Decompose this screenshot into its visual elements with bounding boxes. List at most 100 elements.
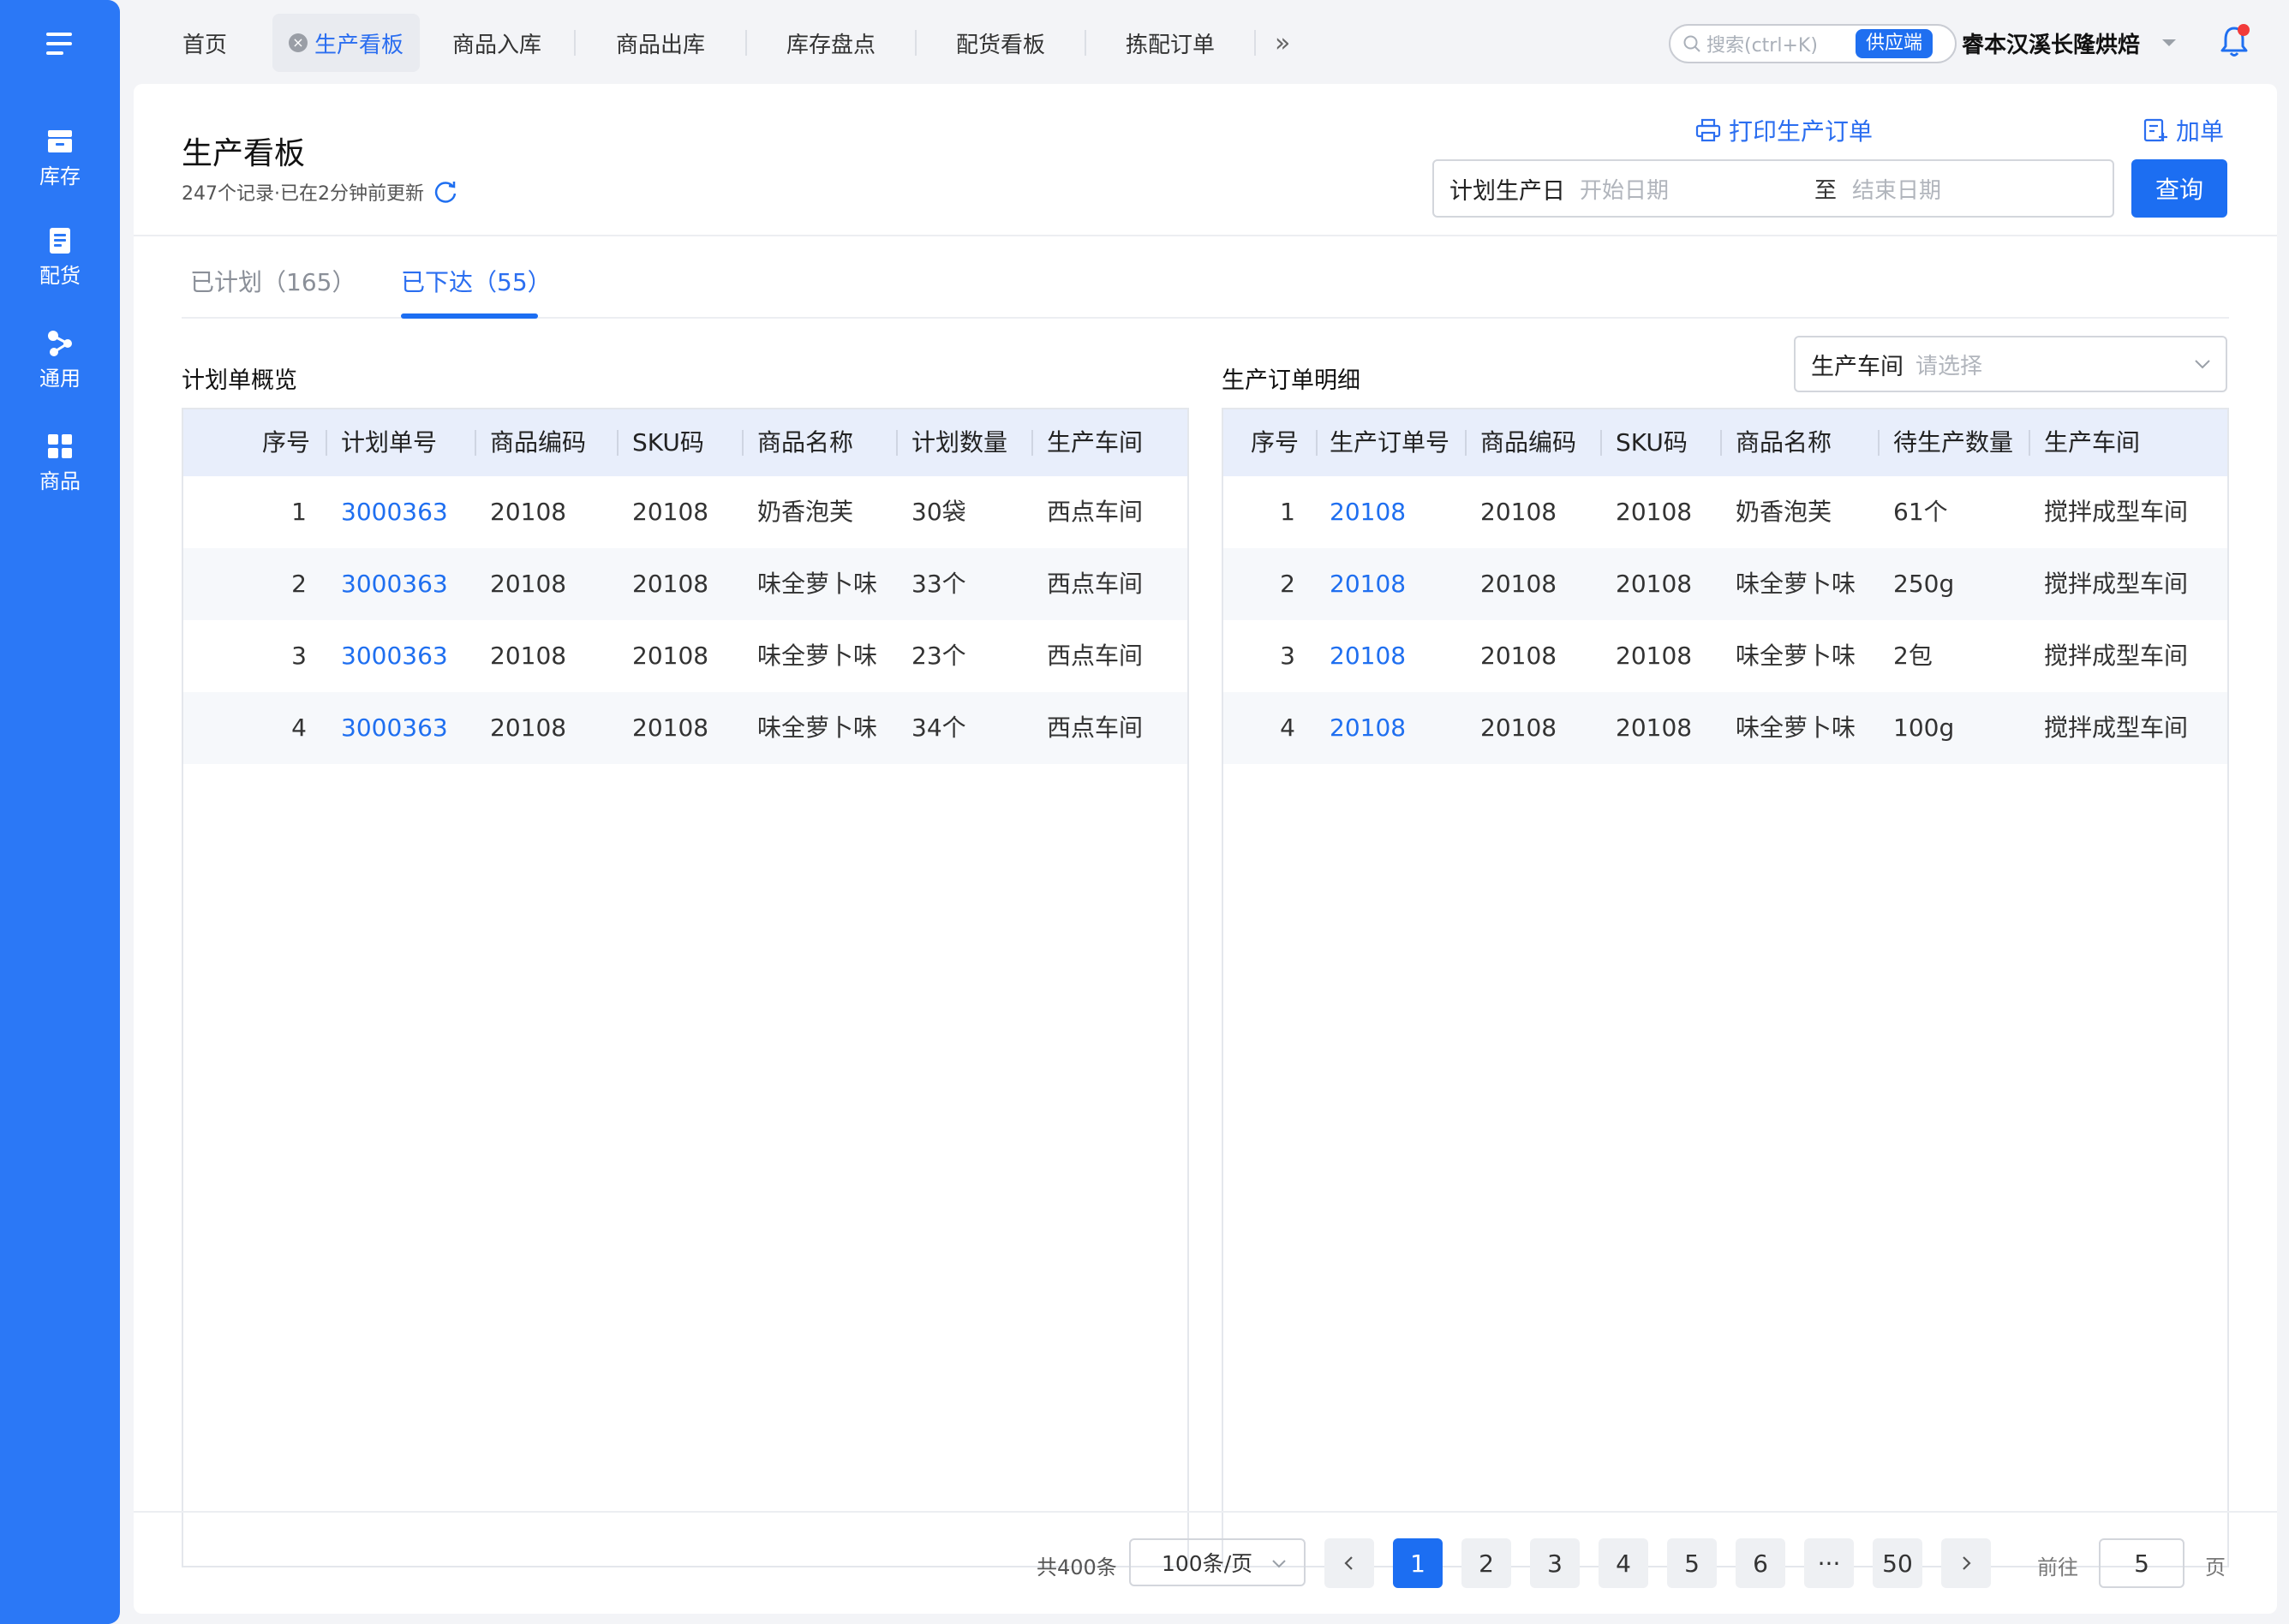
double-chevron-right-icon[interactable]: » — [1275, 28, 1290, 58]
record-count-text: 247个记录·已在2分钟前更新 — [182, 183, 424, 205]
production-order-table: 序号 生产订单号 商品编码 SKU码 商品名称 待生产数量 生产车间 1 201… — [1222, 408, 2229, 1567]
page-button[interactable]: 6 — [1736, 1538, 1785, 1588]
goods-code: 20108 — [490, 498, 567, 526]
table-row[interactable]: 1 20108 20108 20108 奶香泡芙 61个 搅拌成型车间 — [1223, 476, 2227, 548]
goods-name: 奶香泡芙 — [1736, 498, 1832, 526]
table-row[interactable]: 2 3000363 20108 20108 味全萝卜味 33个 西点车间 — [183, 548, 1187, 620]
tab-goods-inbound[interactable]: 商品入库 — [420, 14, 574, 72]
column-header: 商品名称 — [1736, 428, 1832, 457]
goods-name: 味全萝卜味 — [757, 642, 878, 670]
goods-name: 味全萝卜味 — [1736, 642, 1856, 670]
goto-page-input[interactable]: 5 — [2099, 1538, 2184, 1588]
column-divider — [1031, 430, 1033, 456]
workshop: 搅拌成型车间 — [2044, 570, 2189, 598]
query-button[interactable]: 查询 — [2131, 159, 2227, 218]
plan-number-link[interactable]: 3000363 — [341, 692, 448, 764]
goods-name: 味全萝卜味 — [1736, 570, 1856, 598]
tab-home[interactable]: 首页 — [154, 14, 255, 72]
goods-code: 20108 — [490, 642, 567, 670]
table-row[interactable]: 3 3000363 20108 20108 味全萝卜味 23个 西点车间 — [183, 620, 1187, 692]
goods-code: 20108 — [1480, 713, 1557, 742]
column-divider — [475, 430, 476, 456]
production-order-link[interactable]: 20108 — [1330, 476, 1406, 548]
sidebar-item-label: 配货 — [39, 264, 81, 288]
column-header: 商品编码 — [1480, 428, 1577, 457]
goods-name: 味全萝卜味 — [757, 570, 878, 598]
chevron-right-icon — [1963, 1556, 1971, 1570]
goods-code: 20108 — [1480, 570, 1557, 598]
page-button[interactable]: 5 — [1667, 1538, 1717, 1588]
print-production-order-button[interactable]: 打印生产订单 — [1694, 113, 1873, 147]
planned-quantity: 30袋 — [911, 498, 966, 526]
menu-toggle-icon[interactable] — [43, 31, 77, 57]
end-date-input[interactable]: 结束日期 — [1852, 173, 2087, 205]
page-button[interactable]: 2 — [1461, 1538, 1511, 1588]
column-header: 序号 — [1251, 428, 1300, 457]
column-divider — [2029, 430, 2030, 456]
prev-page-button[interactable] — [1324, 1538, 1374, 1588]
tab-label: 商品入库 — [451, 32, 541, 58]
plan-number-link[interactable]: 3000363 — [341, 476, 448, 548]
sidebar-item-general[interactable]: 通用 — [0, 329, 120, 391]
production-order-link[interactable]: 20108 — [1330, 620, 1406, 692]
add-order-button[interactable]: 加单 — [2142, 113, 2224, 147]
goods-code: 20108 — [1480, 642, 1557, 670]
page-size-select[interactable]: 100条/页 — [1129, 1538, 1306, 1586]
page-subtitle: 247个记录·已在2分钟前更新 — [182, 178, 458, 206]
org-name[interactable]: 睿本汉溪长隆烘焙 — [1962, 27, 2140, 59]
page-button[interactable]: 4 — [1599, 1538, 1648, 1588]
tab-distribution-board[interactable]: 配货看板 — [917, 14, 1085, 72]
tab-label: 配货看板 — [955, 32, 1045, 58]
plan-date-range[interactable]: 计划生产日 开始日期 至 结束日期 — [1432, 159, 2114, 218]
sku-code: 20108 — [1616, 642, 1693, 670]
next-page-button[interactable] — [1941, 1538, 1991, 1588]
ellipsis-pages-button[interactable]: ··· — [1804, 1538, 1854, 1588]
table-row[interactable]: 2 20108 20108 20108 味全萝卜味 250g 搅拌成型车间 — [1223, 548, 2227, 620]
tab-picking-orders[interactable]: 拣配订单 — [1086, 14, 1254, 72]
row-index: 3 — [291, 642, 307, 670]
tab-goods-outbound[interactable]: 商品出库 — [576, 14, 745, 72]
plan-table-title: 计划单概览 — [182, 367, 297, 394]
tab-label: 库存盘点 — [786, 32, 876, 58]
production-order-link[interactable]: 20108 — [1330, 548, 1406, 620]
table-row[interactable]: 4 3000363 20108 20108 味全萝卜味 34个 西点车间 — [183, 692, 1187, 764]
column-header: 计划数量 — [911, 428, 1008, 457]
column-header: SKU码 — [1616, 428, 1688, 457]
table-row[interactable]: 4 20108 20108 20108 味全萝卜味 100g 搅拌成型车间 — [1223, 692, 2227, 764]
sidebar-item-goods[interactable]: 商品 — [0, 432, 120, 494]
page-button[interactable]: 1 — [1393, 1538, 1443, 1588]
tab-released[interactable]: 已下达（55） — [401, 264, 552, 298]
tab-planned[interactable]: 已计划（165） — [190, 264, 356, 298]
start-date-input[interactable]: 开始日期 — [1580, 173, 1814, 205]
pending-quantity: 2包 — [1893, 642, 1933, 670]
goods-code: 20108 — [1480, 498, 1557, 526]
tab-production-board[interactable]: × 生产看板 — [272, 14, 420, 72]
column-divider — [1720, 430, 1722, 456]
tab-stocktake[interactable]: 库存盘点 — [747, 14, 915, 72]
printer-icon — [1695, 118, 1721, 142]
column-header: 序号 — [262, 428, 311, 457]
workshop: 西点车间 — [1047, 713, 1144, 742]
close-icon[interactable]: × — [288, 33, 308, 52]
column-header: 商品名称 — [757, 428, 854, 457]
workshop: 搅拌成型车间 — [2044, 498, 2189, 526]
divider — [134, 235, 2277, 236]
production-order-link[interactable]: 20108 — [1330, 692, 1406, 764]
column-divider — [1878, 430, 1880, 456]
plan-number-link[interactable]: 3000363 — [341, 548, 448, 620]
plan-number-link[interactable]: 3000363 — [341, 620, 448, 692]
row-index: 4 — [1280, 713, 1295, 742]
table-row[interactable]: 3 20108 20108 20108 味全萝卜味 2包 搅拌成型车间 — [1223, 620, 2227, 692]
date-range-separator: 至 — [1814, 177, 1838, 204]
caret-down-icon[interactable] — [2159, 33, 2179, 53]
table-header: 序号 计划单号 商品编码 SKU码 商品名称 计划数量 生产车间 — [183, 409, 1187, 476]
sidebar-item-distribution[interactable]: 配货 — [0, 226, 120, 289]
workshop-select[interactable]: 生产车间 请选择 — [1794, 336, 2227, 392]
refresh-icon[interactable] — [433, 179, 458, 205]
page-button[interactable]: 3 — [1530, 1538, 1580, 1588]
goods-code: 20108 — [490, 570, 567, 598]
table-row[interactable]: 1 3000363 20108 20108 奶香泡芙 30袋 西点车间 — [183, 476, 1187, 548]
sidebar-item-inventory[interactable]: 库存 — [0, 127, 120, 189]
page-button[interactable]: 50 — [1873, 1538, 1922, 1588]
column-divider — [1316, 430, 1318, 456]
